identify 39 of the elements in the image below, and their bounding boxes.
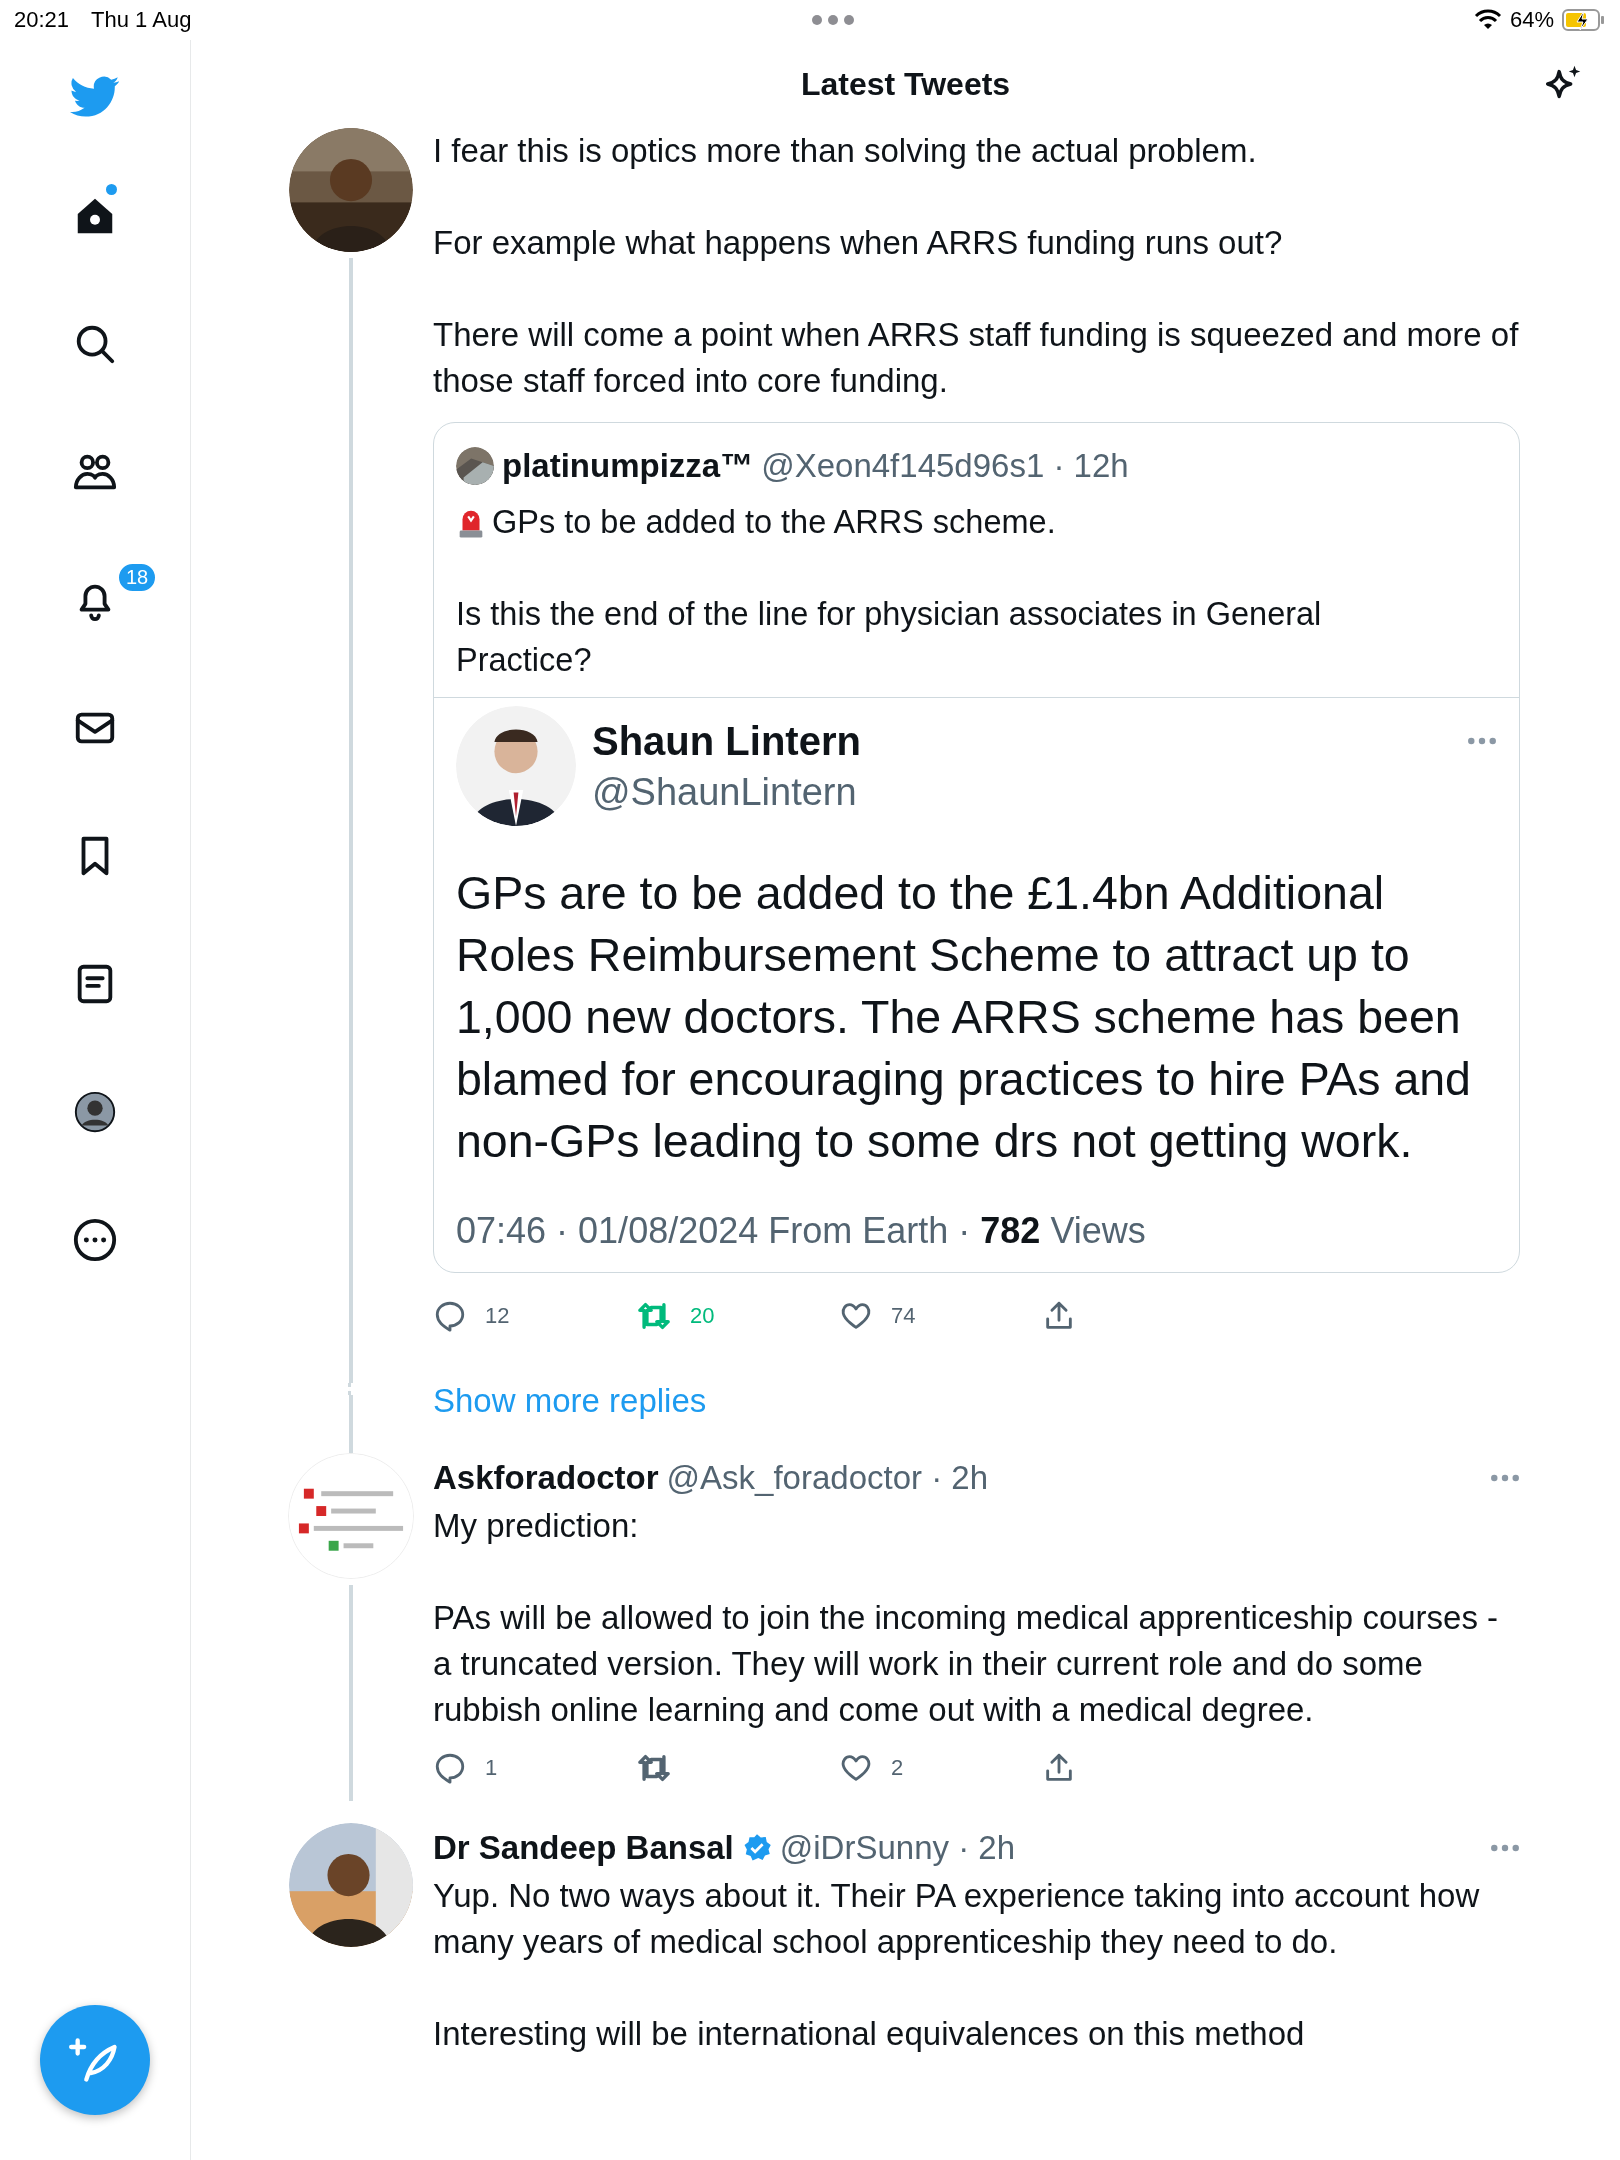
tweet-timestamp: 07:46 · 01/08/2024 From Earth · 782 Views <box>456 1209 1147 1253</box>
tweet-text: Interesting will be international equivalences on this method <box>433 2014 1306 2054</box>
tweet-text: For example what happens when ARRS funding runs out? <box>433 223 1284 263</box>
author-handle: @ShaunLintern <box>592 770 858 815</box>
more-icon <box>1467 736 1497 746</box>
tweet-text: There will come a point when ARRS staff funding is squeezed and more of those staff forced into core funding. <box>433 315 1520 401</box>
reply-count: 1 <box>485 1755 498 1781</box>
reply-icon[interactable] <box>433 1751 467 1785</box>
tweet-text: My prediction: <box>433 1506 640 1546</box>
wifi-icon <box>1473 9 1502 31</box>
compose-button[interactable] <box>40 2005 150 2115</box>
battery-percentage: 64% <box>1509 7 1554 33</box>
tweet-text: GPs are to be added to the £1.4bn Additional Roles Reimbursement Scheme to attract up to 1,000 new doctors. The ARRS scheme has been blamed for encouraging practices to hire PAs and non-GPs leading to some drs not getting work. <box>456 866 1472 1169</box>
page-title: Latest Tweets <box>800 65 1011 103</box>
notification-count: 18 <box>117 562 158 593</box>
quote-text: Is this the end of the line for physician associates in General Practice? <box>456 595 1323 680</box>
author-name: platinumpizza™ <box>502 446 754 486</box>
tweet-text: PAs will be allowed to join the incoming medical apprenticeship courses - a truncated version. They will work in their current role and do some rubbish online learning and come out with a medical degree. <box>433 1598 1500 1730</box>
date-text: Thu 1 Aug <box>91 7 192 33</box>
more-icon[interactable] <box>72 1217 118 1263</box>
reply-icon[interactable] <box>433 1299 467 1333</box>
quote-text: GPs to be added to the ARRS scheme. <box>492 503 1056 542</box>
avatar-icon[interactable] <box>72 1089 118 1135</box>
author-name: Askforadoctor <box>433 1458 659 1498</box>
clock-time: 20:21 <box>14 7 70 33</box>
show-more-replies-link[interactable]: Show more replies <box>433 1382 707 1420</box>
author-handle: @iDrSunny · 2h <box>779 1828 1016 1868</box>
tweet-text: Yup. No two ways about it. Their PA experience taking into account how many years of medical school apprenticeship they need to do. <box>433 1876 1481 1962</box>
author-handle: @Xeon4f145d96s1 · 12h <box>761 446 1129 486</box>
multitasking-icon[interactable] <box>810 14 855 26</box>
like-count: 2 <box>891 1755 904 1781</box>
bird-logo-icon[interactable] <box>70 76 120 118</box>
tweet-text: I fear this is optics more than solving the actual problem. <box>433 131 1258 171</box>
author-handle: @Ask_foradoctor · 2h <box>666 1458 989 1498</box>
retweet-count: 20 <box>690 1303 715 1329</box>
like-count: 74 <box>891 1303 916 1329</box>
reply-count: 12 <box>485 1303 510 1329</box>
author-name: Shaun Lintern <box>592 718 862 765</box>
author-name: Dr Sandeep Bansal <box>433 1828 734 1868</box>
